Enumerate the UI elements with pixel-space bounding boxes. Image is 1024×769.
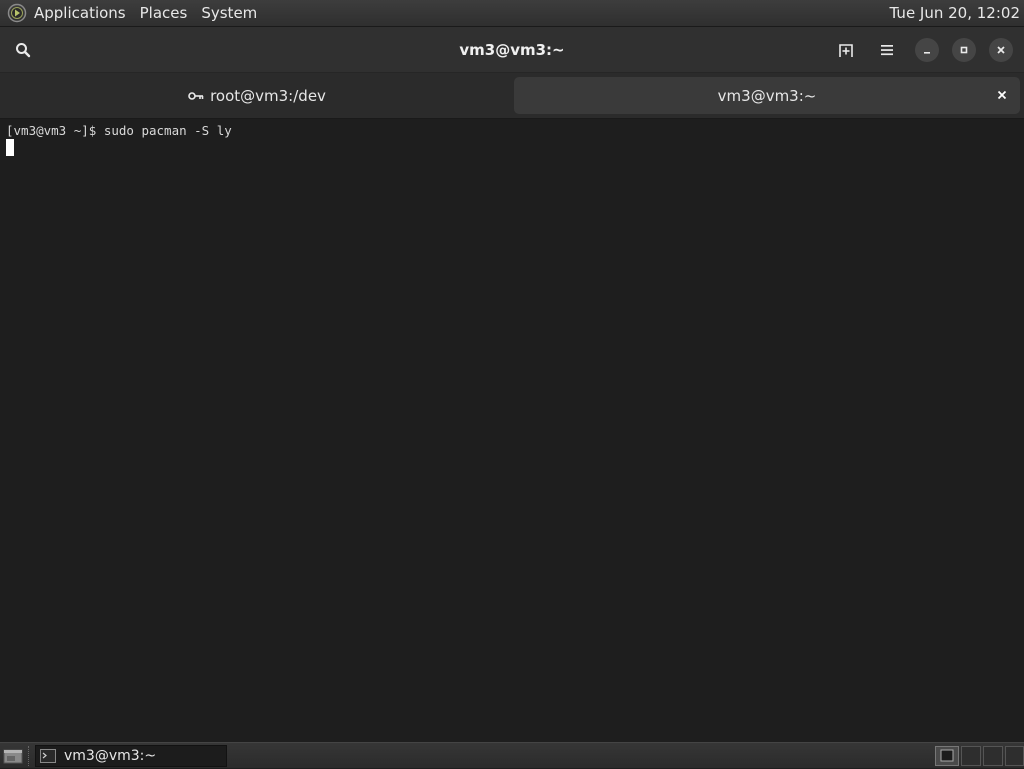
shell-prompt: [vm3@vm3 ~]$ [6, 123, 104, 138]
new-tab-icon [839, 44, 853, 57]
window-title: vm3@vm3:~ [459, 41, 565, 59]
search-icon [16, 43, 31, 58]
tab-vm3-home[interactable]: vm3@vm3:~ [514, 77, 1020, 114]
terminal-line [6, 139, 1018, 156]
terminal-line: [vm3@vm3 ~]$ sudo pacman -S ly [6, 122, 1018, 139]
terminal-area[interactable]: [vm3@vm3 ~]$ sudo pacman -S ly [0, 119, 1024, 742]
tab-root-dev[interactable]: root@vm3:/dev [4, 77, 510, 114]
search-button[interactable] [10, 37, 36, 63]
taskbar-item-label: vm3@vm3:~ [64, 748, 157, 764]
terminal-icon [940, 749, 954, 762]
terminal-icon [40, 749, 56, 763]
workspace-4[interactable] [1005, 746, 1024, 766]
maximize-icon [960, 46, 968, 54]
headerbar: vm3@vm3:~ [0, 27, 1024, 73]
minimize-icon [924, 52, 930, 54]
key-icon [188, 91, 204, 101]
panel-clock[interactable]: Tue Jun 20, 12:02 [890, 4, 1020, 22]
new-tab-button[interactable] [835, 38, 859, 62]
workspace-2[interactable] [961, 746, 981, 766]
hamburger-menu-icon [881, 45, 893, 56]
show-desktop-button[interactable] [3, 747, 23, 765]
menu-applications[interactable]: Applications [34, 4, 126, 22]
close-icon [997, 46, 1005, 54]
distro-logo-icon[interactable] [7, 3, 27, 23]
maximize-button[interactable] [952, 38, 976, 62]
tab-close-button[interactable] [994, 87, 1010, 103]
menu-button[interactable] [875, 38, 899, 62]
taskbar-separator [28, 746, 30, 766]
workspace-1[interactable] [935, 746, 959, 766]
close-icon [997, 90, 1007, 100]
text-cursor [6, 139, 14, 156]
bottom-panel: vm3@vm3:~ [0, 742, 1024, 768]
show-desktop-icon [3, 749, 23, 764]
workspace-3[interactable] [983, 746, 1003, 766]
shell-command: sudo pacman -S ly [103, 123, 232, 138]
terminal-window: vm3@vm3:~ root@vm3:/dev vm3@vm3:~ [vm3@v… [0, 27, 1024, 742]
tab-label: root@vm3:/dev [210, 86, 326, 105]
tab-bar: root@vm3:/dev vm3@vm3:~ [0, 73, 1024, 119]
taskbar-item-terminal[interactable]: vm3@vm3:~ [35, 745, 227, 767]
top-panel: Applications Places System Tue Jun 20, 1… [0, 0, 1024, 27]
tab-label: vm3@vm3:~ [717, 86, 817, 105]
minimize-button[interactable] [915, 38, 939, 62]
menu-system[interactable]: System [201, 4, 257, 22]
menu-places[interactable]: Places [140, 4, 188, 22]
close-window-button[interactable] [989, 38, 1013, 62]
